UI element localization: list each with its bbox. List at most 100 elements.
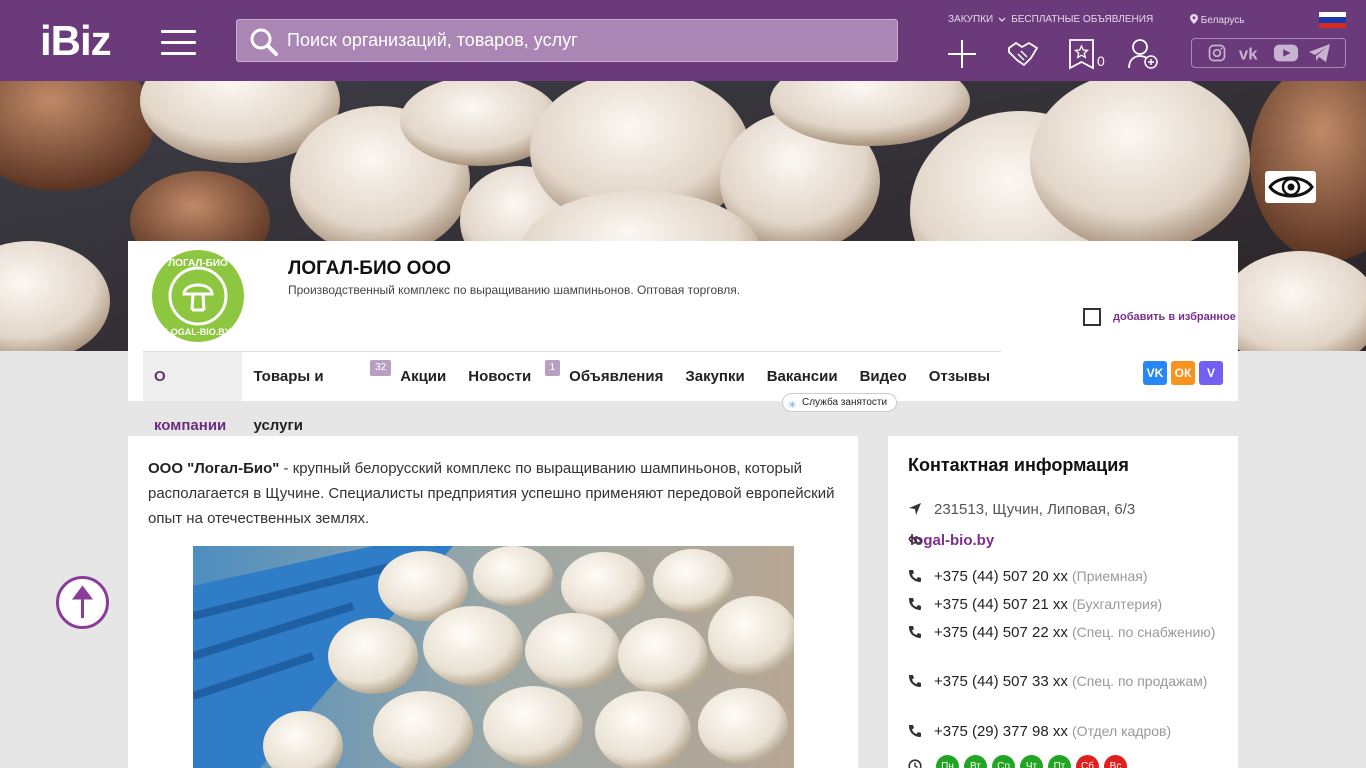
phone-note: (Бухгалтерия) <box>1072 596 1163 612</box>
address-text: 231513, Щучин, Липовая, 6/3 <box>934 501 1136 518</box>
phone-row: +375 (44) 507 20 xx (Приемная) <box>908 565 1223 588</box>
accessibility-eye-button[interactable] <box>1265 171 1316 203</box>
russian-flag-icon[interactable] <box>1319 12 1346 28</box>
youtube-icon[interactable] <box>1273 43 1299 63</box>
vk-icon[interactable]: vk <box>1238 43 1264 64</box>
search-input[interactable] <box>287 20 887 61</box>
tab-vacancies-label: Вакансии <box>766 368 838 385</box>
ok-share-icon[interactable]: ОК <box>1171 361 1195 385</box>
scroll-to-top-button[interactable] <box>56 576 109 629</box>
day-mon: Пн <box>936 755 959 768</box>
website-link[interactable]: logal-bio.by <box>908 529 1223 552</box>
phone-entry: +375 (44) 507 22 xx (Спец. по снабжению) <box>908 621 1223 644</box>
phone-number[interactable]: +375 (44) 507 33 xx <box>934 673 1068 690</box>
about-content: ООО "Логал-Био" - крупный белорусский ко… <box>128 436 858 768</box>
tab-reviews[interactable]: Отзывы <box>918 352 1001 401</box>
tab-video-label: Видео <box>859 368 907 385</box>
day-tue: Вт <box>964 755 987 768</box>
favorites-count: 0 <box>1097 53 1105 69</box>
phone-note: (Спец. по снабжению) <box>1072 624 1216 640</box>
employment-service-badge[interactable]: ✳ Служба занятости <box>782 393 898 412</box>
star-favorites-icon[interactable] <box>1067 38 1099 70</box>
phone-number[interactable]: +375 (44) 507 20 xx <box>934 568 1068 585</box>
add-favorite-toggle[interactable]: добавить в избранное <box>1083 308 1236 326</box>
mushrooms-photo <box>193 546 794 768</box>
tab-ads-label: Объявления <box>569 368 664 385</box>
search-icon[interactable] <box>249 27 279 57</box>
day-thu: Чт <box>1020 755 1043 768</box>
address-row: 231513, Щучин, Липовая, 6/3 <box>908 498 1223 521</box>
website-row: logal-bio.by <box>908 529 1223 552</box>
phone-row: +375 (44) 507 22 xx (Спец. по снабжению) <box>908 621 1223 644</box>
tab-purchases[interactable]: Закупки <box>674 352 755 401</box>
phone-note: (Отдел кадров) <box>1072 723 1172 739</box>
phone-icon <box>909 598 921 610</box>
region-label: Беларусь <box>1200 15 1245 26</box>
tab-reviews-label: Отзывы <box>928 368 990 385</box>
plus-icon[interactable] <box>946 38 978 70</box>
tab-news-label: Новости <box>468 368 532 385</box>
add-user-icon[interactable] <box>1127 38 1159 70</box>
phone-number[interactable]: +375 (29) 377 98 xx <box>934 723 1068 740</box>
phone-icon <box>909 725 921 737</box>
share-buttons: VK ОК V <box>1143 361 1223 385</box>
contact-title: Контактная информация <box>908 455 1129 475</box>
location-pin-icon <box>1190 14 1198 24</box>
ibiz-logo[interactable]: iBiz <box>40 20 112 62</box>
phone-note: (Приемная) <box>1072 568 1148 584</box>
svg-text:ЛОГАЛ-БИО: ЛОГАЛ-БИО <box>168 258 228 269</box>
phone-entry: +375 (44) 507 20 xx (Приемная) <box>908 565 1223 588</box>
phone-entry: +375 (29) 377 98 xx (Отдел кадров) <box>908 720 1223 743</box>
tab-promotions[interactable]: Акции <box>389 352 457 401</box>
phone-row: +375 (44) 507 21 xx (Бухгалтерия) <box>908 593 1223 616</box>
top-links: ЗАКУПКИ БЕСПЛАТНЫЕ ОБЪЯВЛЕНИЯ <box>948 14 1175 25</box>
phone-icon <box>909 570 921 582</box>
contact-info-panel: Контактная информация 231513, Щучин, Лип… <box>888 436 1238 768</box>
viber-share-icon[interactable]: V <box>1199 361 1223 385</box>
clock-icon <box>908 759 922 768</box>
menu-burger-icon[interactable] <box>161 30 196 55</box>
tab-news[interactable]: Новости 1 <box>457 352 561 401</box>
company-logo[interactable]: ЛОГАЛ-БИО LOGAL-BIO.BY <box>152 250 244 342</box>
phone-row: +375 (29) 377 98 xx (Отдел кадров) <box>908 720 1223 743</box>
add-favorite-label[interactable]: добавить в избранное <box>1113 311 1236 323</box>
handshake-icon[interactable] <box>1007 38 1039 70</box>
sparkle-icon: ✳ <box>788 400 797 411</box>
instagram-icon[interactable] <box>1204 43 1230 63</box>
svg-text:LOGAL-BIO.BY: LOGAL-BIO.BY <box>165 327 231 337</box>
tab-products[interactable]: Товары и услуги 32 <box>242 352 392 434</box>
employment-service-label: Служба занятости <box>802 397 888 408</box>
vk-share-icon[interactable]: VK <box>1143 361 1167 385</box>
purchases-link[interactable]: ЗАКУПКИ <box>948 14 993 25</box>
phone-entry: +375 (44) 507 21 xx (Бухгалтерия) <box>908 593 1223 616</box>
eye-icon <box>1267 176 1314 198</box>
phone-note: (Спец. по продажам) <box>1072 673 1208 689</box>
day-wed: Ср <box>992 755 1015 768</box>
region-selector[interactable]: Беларусь <box>1190 14 1245 26</box>
company-quote: ООО "Логал-Био" <box>148 460 280 477</box>
telegram-icon[interactable] <box>1307 43 1333 63</box>
working-days: Пн Вт Ср Чт Пт Сб Вс <box>908 755 1132 768</box>
tab-purchases-label: Закупки <box>685 368 745 385</box>
favorite-checkbox[interactable] <box>1083 308 1101 326</box>
phone-row: +375 (44) 507 33 xx (Спец. по продажам) <box>908 670 1223 693</box>
phone-icon <box>909 675 921 687</box>
day-fri: Пт <box>1048 755 1071 768</box>
phone-entry: +375 (44) 507 33 xx (Спец. по продажам) <box>908 670 1223 693</box>
chevron-down-icon <box>998 17 1006 22</box>
day-sat: Сб <box>1076 755 1099 768</box>
search-box <box>236 19 898 62</box>
svg-text:vk: vk <box>1239 45 1258 64</box>
top-header: iBiz ЗАКУПКИ БЕСПЛАТНЫЕ ОБЪЯВЛЕНИЯ Белар… <box>0 0 1366 81</box>
phone-number[interactable]: +375 (44) 507 22 xx <box>934 624 1068 641</box>
phone-icon <box>909 626 921 638</box>
free-ads-link[interactable]: БЕСПЛАТНЫЕ ОБЪЯВЛЕНИЯ <box>1011 14 1153 25</box>
tab-ads[interactable]: Объявления <box>558 352 674 401</box>
tab-about-label: О компании <box>154 368 227 434</box>
day-sun: Вс <box>1104 755 1127 768</box>
phone-number[interactable]: +375 (44) 507 21 xx <box>934 596 1068 613</box>
tab-products-label: Товары и услуги <box>253 368 324 434</box>
about-text: ООО "Логал-Био" - крупный белорусский ко… <box>148 456 838 531</box>
tab-about[interactable]: О компании <box>143 352 243 434</box>
products-count-badge: 32 <box>370 360 392 376</box>
